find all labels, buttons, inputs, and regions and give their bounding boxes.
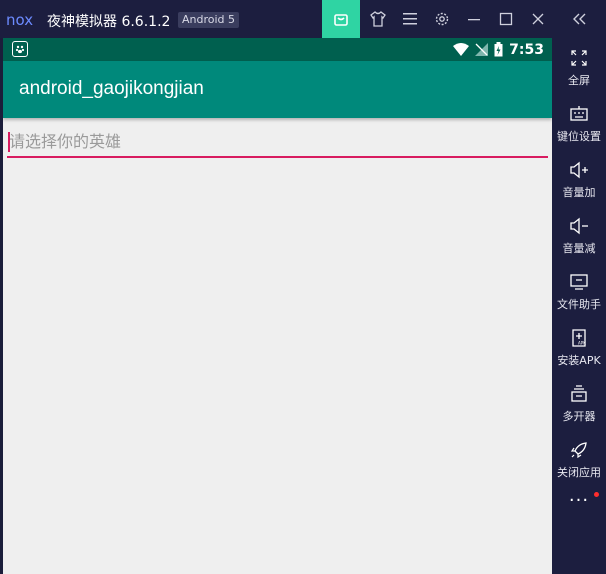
- fullscreen-icon: [571, 50, 587, 66]
- file-monitor-icon: [570, 274, 588, 290]
- volume-up-icon: [570, 161, 588, 179]
- battery-charging-icon: [494, 42, 503, 57]
- apk-icon: APK: [572, 329, 586, 347]
- sidebar-item-label: 安装APK: [557, 354, 601, 367]
- svg-text:APK: APK: [578, 341, 586, 346]
- sidebar-item-multi-instance[interactable]: 多开器: [552, 382, 606, 432]
- sidebar-item-label: 文件助手: [557, 298, 601, 311]
- svg-text:nox: nox: [6, 12, 33, 28]
- sidebar-item-volume-up[interactable]: 音量加: [552, 158, 606, 208]
- input-underline: [7, 156, 548, 158]
- volume-down-icon: [570, 217, 588, 235]
- multi-instance-icon: [571, 385, 587, 402]
- minimize-icon: [468, 19, 480, 21]
- close-icon: [532, 13, 544, 25]
- rocket-icon: [570, 442, 587, 459]
- sidebar-item-label: 全屏: [568, 74, 590, 87]
- sidebar-item-keymap[interactable]: 键位设置: [552, 102, 606, 152]
- sidebar-collapse-button[interactable]: [552, 0, 606, 38]
- hero-field[interactable]: [7, 126, 550, 158]
- android-screen: 7:53 android_gaojikongjian: [3, 38, 552, 574]
- sidebar-item-label: 关闭应用: [557, 466, 601, 479]
- app-title: android_gaojikongjian: [19, 78, 204, 99]
- no-signal-icon: [475, 43, 489, 56]
- status-clock: 7:53: [509, 41, 544, 58]
- sidebar-item-volume-down[interactable]: 音量减: [552, 214, 606, 264]
- window-title: 夜神模拟器 6.6.1.2: [47, 14, 171, 30]
- sidebar-item-install-apk[interactable]: APK 安装APK: [552, 326, 606, 376]
- sidebar-item-label: 音量加: [562, 186, 596, 199]
- nox-logo-icon: nox: [6, 12, 33, 28]
- notification-dot: [594, 492, 599, 497]
- double-chevron-left-icon: [573, 13, 586, 25]
- keyboard-icon: [570, 106, 588, 121]
- text-cursor: [8, 132, 10, 152]
- gear-icon: [435, 12, 449, 26]
- sidebar-item-label: 多开器: [562, 410, 596, 423]
- emulator-titlebar: nox 夜神模拟器 6.6.1.2 Android 5: [0, 0, 606, 38]
- hero-input[interactable]: [7, 126, 550, 156]
- android-version-badge: Android 5: [178, 12, 240, 28]
- bag-icon: [334, 14, 348, 26]
- android-status-bar: 7:53: [3, 38, 552, 61]
- sidebar-item-close-app[interactable]: 关闭应用: [552, 438, 606, 488]
- bag-button[interactable]: [322, 0, 360, 38]
- emulator-sidebar: 全屏 键位设置 音量加 音量减 文件助手 APK 安装APK 多开器 关闭应用 …: [552, 38, 606, 574]
- baidu-notification-icon: [12, 41, 28, 57]
- sidebar-item-label: 音量减: [562, 242, 596, 255]
- app-toolbar: android_gaojikongjian: [3, 61, 552, 118]
- shirt-icon: [370, 11, 386, 27]
- wifi-icon: [453, 43, 470, 56]
- menu-icon: [403, 13, 417, 25]
- sidebar-item-fullscreen[interactable]: 全屏: [552, 46, 606, 96]
- maximize-icon: [499, 12, 513, 26]
- sidebar-item-file-assistant[interactable]: 文件助手: [552, 270, 606, 320]
- sidebar-item-label: 键位设置: [557, 130, 601, 143]
